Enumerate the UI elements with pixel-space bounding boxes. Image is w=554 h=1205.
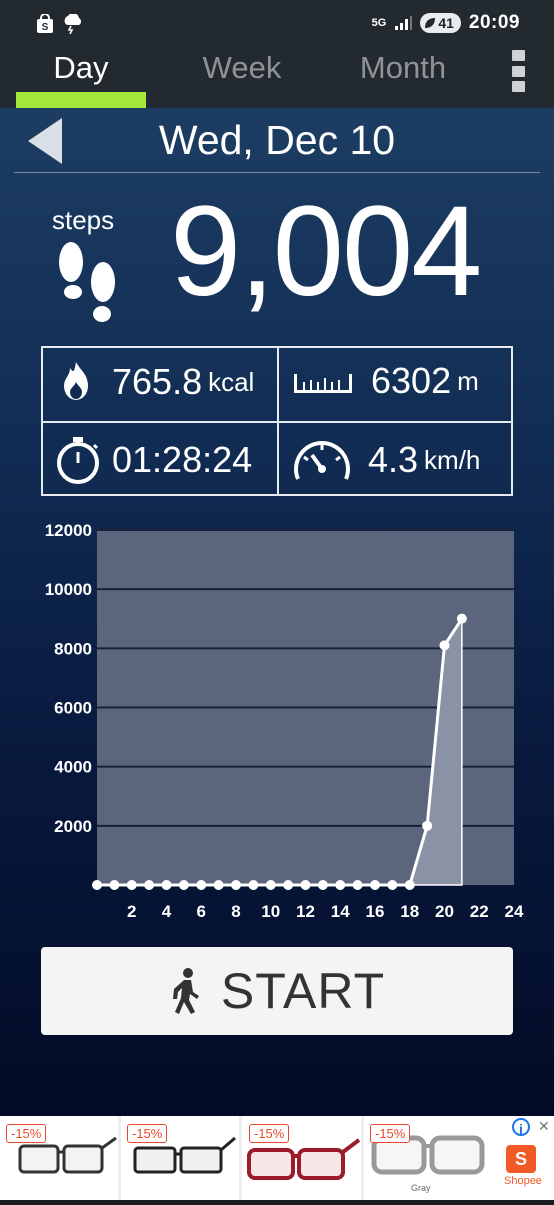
ad-info-icon[interactable]: i [512, 1118, 530, 1137]
y-tick-label: 2000 [54, 817, 92, 836]
network-label: 5G [371, 17, 387, 29]
y-tick-label: 8000 [54, 639, 92, 658]
distance-unit: m [457, 365, 479, 396]
data-point [144, 880, 155, 890]
data-point [161, 880, 172, 890]
status-bar: S 5G 41 20:09 [0, 0, 554, 50]
date-title: Wed, Dec 10 [158, 117, 396, 163]
data-point [265, 880, 276, 890]
x-tick-label: 16 [366, 902, 385, 921]
tab-month[interactable]: Month [338, 50, 468, 108]
steps-chart-svg: 200040006000800010000120002 4 6 8 10 12 14 16 18… [45, 521, 524, 921]
data-point [300, 880, 311, 890]
shopping-bag-icon: S [37, 14, 53, 33]
data-point [352, 880, 363, 890]
ad-banner[interactable]: -15% -15% -15% -15% Gray [0, 1116, 554, 1200]
y-tick-label: 4000 [54, 758, 92, 777]
distance-value: 6302 [371, 360, 452, 401]
calories-value: 765.8 [112, 361, 203, 402]
duration-stat: 01:28:24 [54, 435, 252, 485]
color-label: Gray [411, 1183, 431, 1193]
battery-level: 41 [438, 15, 454, 31]
discount-badge: -15% [370, 1124, 411, 1143]
steps-chart: 2000 4000 6000 8000 10000 12000 2 4 6 8 10 12 14 16 18… [0, 510, 554, 930]
data-point [456, 613, 467, 624]
x-tick-label: 12 [296, 902, 315, 921]
data-point [422, 820, 433, 831]
distance-stat: 6302 m [293, 360, 479, 402]
data-point [126, 880, 137, 890]
data-point [370, 880, 380, 890]
overflow-menu-icon[interactable] [512, 50, 526, 92]
data-point [109, 880, 120, 890]
battery-indicator: 41 [420, 13, 461, 33]
data-point [248, 880, 259, 890]
ad-item[interactable]: -15% [0, 1116, 121, 1200]
walking-person-icon [172, 968, 199, 1014]
x-tick-label: 20 [435, 902, 454, 921]
x-tick-label: 8 [231, 902, 240, 921]
ad-item[interactable]: -15% [121, 1116, 242, 1200]
y-tick-label: 10000 [45, 580, 92, 599]
leaf-icon [425, 18, 436, 28]
data-point [178, 880, 189, 890]
svg-text:S: S [42, 22, 49, 33]
tab-week[interactable]: Week [177, 50, 307, 108]
stopwatch-icon [57, 437, 99, 484]
ruler-icon [294, 374, 352, 393]
x-tick-label: 18 [400, 902, 419, 921]
weather-storm-icon [64, 14, 82, 34]
speed-stat: 4.3 km/h [292, 435, 480, 485]
start-label: START [220, 963, 386, 1019]
shopee-brand-label: Shopee [504, 1175, 542, 1187]
signal-icon [395, 16, 413, 30]
active-tab-indicator [16, 92, 146, 108]
data-point [335, 880, 346, 890]
x-tick-label: 24 [505, 902, 524, 921]
ad-close-icon[interactable]: ✕ [538, 1118, 550, 1135]
duration-value: 01:28:24 [112, 439, 253, 480]
data-point [439, 640, 450, 651]
clock: 20:09 [468, 12, 520, 33]
data-point [213, 880, 224, 890]
data-point [92, 880, 102, 890]
shopee-logo-icon[interactable]: S [506, 1145, 536, 1173]
data-point [196, 880, 207, 890]
x-tick-label: 2 [127, 902, 136, 921]
steps-label: steps [52, 205, 115, 235]
x-tick-label: 4 [162, 902, 172, 921]
x-tick-label: 10 [261, 902, 280, 921]
status-right-icons: 5G 41 20:09 [372, 12, 520, 34]
status-left-icons: S [36, 14, 84, 34]
speed-unit: km/h [424, 444, 481, 475]
y-tick-label: 12000 [45, 521, 92, 540]
speedometer-icon [294, 441, 350, 480]
steps-count: 9,004 [170, 180, 482, 323]
x-tick-label: 14 [331, 902, 350, 921]
x-tick-label: 6 [197, 902, 206, 921]
discount-badge: -15% [249, 1124, 290, 1143]
x-tick-label: 22 [470, 902, 489, 921]
data-point [404, 880, 415, 890]
ad-item[interactable]: -15% Gray [364, 1116, 494, 1200]
y-tick-label: 6000 [54, 699, 92, 718]
discount-badge: -15% [127, 1124, 168, 1143]
data-point [283, 880, 294, 890]
calories-unit: kcal [208, 366, 255, 397]
flame-icon [64, 362, 88, 400]
data-point [317, 880, 328, 890]
start-button[interactable]: START [41, 947, 513, 1035]
data-point [387, 880, 398, 890]
footprints-icon [59, 242, 115, 322]
data-point [231, 880, 241, 890]
divider [14, 172, 540, 173]
speed-value: 4.3 [368, 439, 419, 480]
ad-item[interactable]: -15% [243, 1116, 364, 1200]
calories-stat: 765.8 kcal [58, 360, 254, 404]
discount-badge: -15% [6, 1124, 47, 1143]
